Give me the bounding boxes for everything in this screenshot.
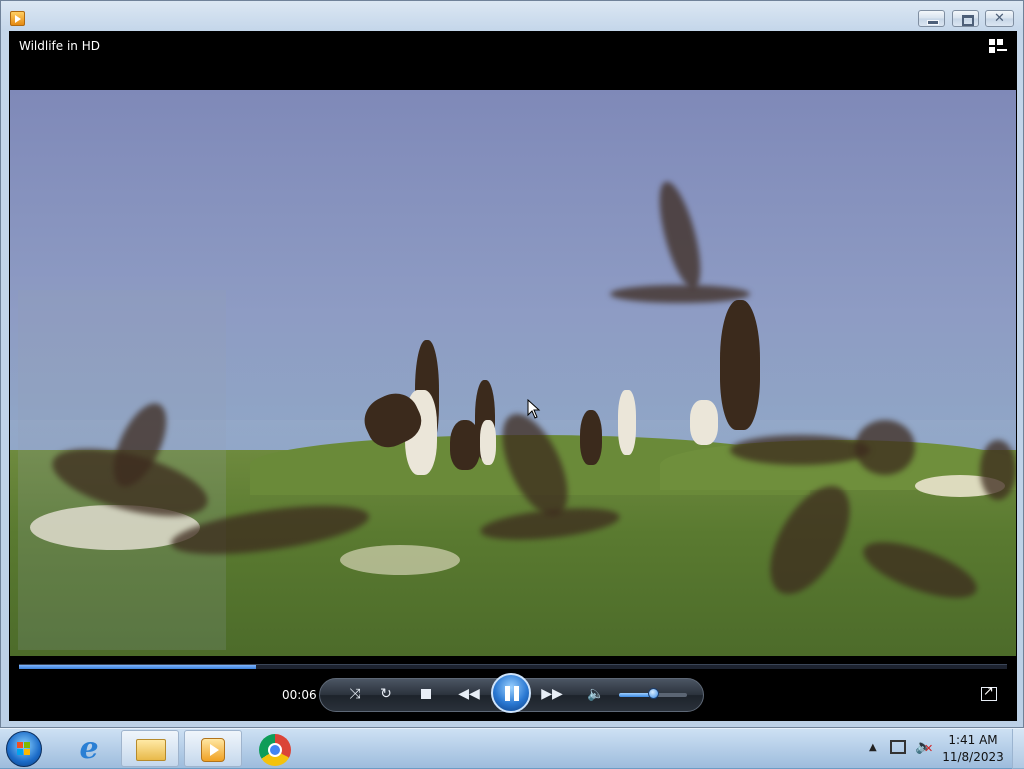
pause-icon [505,686,510,701]
booby-bird [580,410,602,465]
now-playing-area: Wildlife in HD 00:06 ⤨ ↻ ◀◀ ▶▶ 🔈 ↗ [9,31,1017,721]
repeat-icon: ↻ [380,686,392,702]
shuffle-icon: ⤨ [349,686,361,702]
video-display[interactable] [10,90,1016,656]
clock-time[interactable]: 1:41 AM [940,733,1006,747]
windows-logo-icon [17,742,31,756]
previous-button[interactable]: ◀◀ [457,682,481,706]
next-button[interactable]: ▶▶ [540,682,564,706]
muted-icon: ✕ [924,742,934,755]
rewind-icon: ◀◀ [458,686,480,702]
seek-bar[interactable] [19,664,1007,669]
media-player-window: ✕ Wildlife in HD 00:06 ⤨ ↻ ◀◀ ▶▶ 🔈 ↗ [0,0,1024,728]
elapsed-time: 00:06 [282,688,317,702]
flying-bird [730,435,870,465]
maximize-button[interactable] [952,10,979,27]
taskbar-windows-explorer[interactable] [121,730,179,767]
volume-thumb[interactable] [648,688,659,699]
taskbar-windows-media-player[interactable] [184,730,242,767]
flying-bird [610,285,750,303]
clock-date[interactable]: 11/8/2023 [940,750,1006,764]
switch-to-full-mode-button[interactable] [981,684,997,701]
volume-slider[interactable] [619,688,687,699]
media-title: Wildlife in HD [19,39,100,53]
pause-button[interactable] [491,673,531,713]
chrome-icon [259,734,291,766]
shuffle-button[interactable]: ⤨ [343,682,367,706]
title-bar[interactable]: ✕ [1,1,1023,31]
show-desktop-button[interactable] [1012,729,1024,769]
switch-to-library-button[interactable] [989,39,1007,55]
internet-explorer-icon: e [79,731,99,766]
windows-media-player-icon[interactable] [10,11,25,26]
taskbar-internet-explorer[interactable]: e [60,730,118,767]
start-button[interactable] [6,731,42,767]
network-icon[interactable] [890,740,906,754]
switch-to-library-icon [989,39,995,45]
maximize-icon [962,15,974,26]
speaker-icon: 🔈 [587,686,605,702]
booby-bird [720,300,760,430]
stop-button[interactable] [414,682,438,706]
close-button[interactable]: ✕ [985,10,1014,27]
folder-icon [136,739,166,761]
minimize-icon [927,20,939,25]
minimize-button[interactable] [918,10,945,27]
seek-progress [19,665,257,669]
stop-icon [421,689,431,699]
repeat-button[interactable]: ↻ [374,682,398,706]
fast-forward-icon: ▶▶ [541,686,563,702]
windows-media-player-icon [201,738,225,762]
close-icon: ✕ [994,11,1005,26]
show-hidden-icons-button[interactable]: ▲ [869,742,877,753]
mute-button[interactable]: 🔈 [584,682,608,706]
taskbar-google-chrome[interactable] [246,730,304,767]
taskbar: e ▲ 🔈 ✕ 1:41 AM 11/8/2023 [0,728,1024,769]
